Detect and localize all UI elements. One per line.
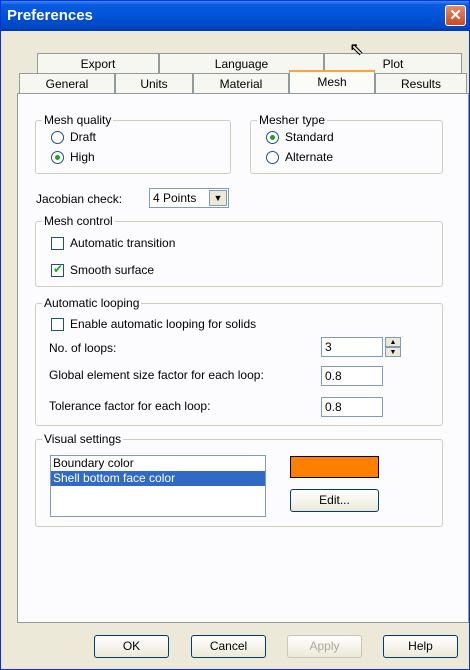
mesher-type-legend: Mesher type xyxy=(257,113,328,127)
radio-high[interactable] xyxy=(51,151,64,164)
mesher-type-group: Mesher type xyxy=(250,113,443,174)
spin-down-button[interactable]: ▼ xyxy=(385,347,401,357)
list-item-boundary-color[interactable]: Boundary color xyxy=(51,456,265,471)
enable-looping-label: Enable automatic looping for solids xyxy=(70,317,257,331)
mesh-quality-group: Mesh quality xyxy=(35,113,231,174)
tolerance-value: 0.8 xyxy=(325,400,342,414)
enable-looping-checkbox[interactable] xyxy=(51,318,64,331)
radio-standard-label: Standard xyxy=(285,130,334,144)
tolerance-label: Tolerance factor for each loop: xyxy=(49,399,211,413)
help-button[interactable]: Help xyxy=(383,635,458,658)
jacobian-label: Jacobian check: xyxy=(36,192,123,206)
chevron-down-icon[interactable]: ▼ xyxy=(209,190,227,206)
automatic-transition-checkbox[interactable] xyxy=(51,237,64,250)
mouse-pointer-icon: ⇖ xyxy=(349,39,365,59)
radio-draft-label: Draft xyxy=(70,130,97,144)
visual-settings-legend: Visual settings xyxy=(42,432,124,446)
radio-alternate[interactable] xyxy=(266,151,279,164)
radio-alternate-label: Alternate xyxy=(285,150,334,164)
title-bar[interactable]: Preferences xyxy=(1,1,469,31)
tab-export[interactable]: Export xyxy=(37,53,159,73)
edit-button[interactable]: Edit... xyxy=(290,489,379,512)
close-icon: ✕ xyxy=(449,7,462,24)
mesh-control-legend: Mesh control xyxy=(42,214,115,228)
automatic-transition-label: Automatic transition xyxy=(70,236,176,250)
color-list[interactable]: Boundary color Shell bottom face color xyxy=(50,455,266,517)
mesh-quality-legend: Mesh quality xyxy=(42,113,114,127)
close-button[interactable]: ✕ xyxy=(445,5,466,26)
ok-button[interactable]: OK xyxy=(94,635,169,658)
loops-value: 3 xyxy=(325,340,332,354)
automatic-looping-legend: Automatic looping xyxy=(42,296,142,310)
jacobian-value: 4 Points xyxy=(153,191,197,205)
smooth-surface-checkbox[interactable] xyxy=(51,262,64,277)
preferences-dialog: Preferences ✕ Export Language Plot Gener… xyxy=(0,0,470,670)
color-swatch xyxy=(290,456,379,478)
radio-draft[interactable] xyxy=(51,131,64,144)
cancel-button[interactable]: Cancel xyxy=(191,635,266,658)
jacobian-select[interactable]: 4 Points ▼ xyxy=(149,188,229,208)
loops-label: No. of loops: xyxy=(49,341,117,355)
tab-general[interactable]: General xyxy=(19,73,115,93)
tab-material[interactable]: Material xyxy=(193,73,289,93)
global-factor-input[interactable]: 0.8 xyxy=(321,366,383,386)
tolerance-input[interactable]: 0.8 xyxy=(321,397,383,417)
mesh-control-group: Mesh control xyxy=(35,214,443,287)
global-factor-label: Global element size factor for each loop… xyxy=(49,368,264,382)
list-item-shell-bottom-face-color[interactable]: Shell bottom face color xyxy=(51,471,265,486)
radio-high-label: High xyxy=(70,150,95,164)
tab-results[interactable]: Results xyxy=(375,73,467,93)
apply-button[interactable]: Apply xyxy=(287,635,362,658)
window-title: Preferences xyxy=(7,7,93,24)
smooth-surface-label: Smooth surface xyxy=(70,263,155,277)
tab-mesh[interactable]: Mesh xyxy=(289,70,375,93)
tab-units[interactable]: Units xyxy=(115,73,193,93)
global-factor-value: 0.8 xyxy=(325,369,342,383)
spin-up-button[interactable]: ▲ xyxy=(385,337,401,347)
radio-standard[interactable] xyxy=(266,131,279,144)
loops-input[interactable]: 3 xyxy=(321,337,383,357)
